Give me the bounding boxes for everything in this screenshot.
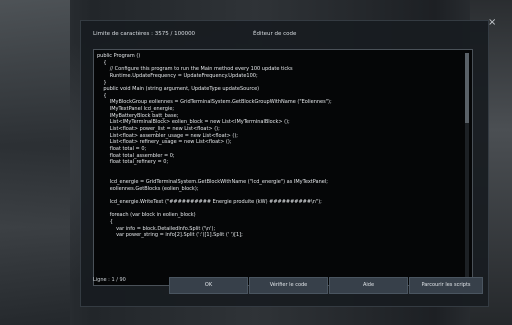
code-line[interactable]: List<float> assembler_usage = new List<f… (97, 133, 472, 140)
code-line[interactable]: } (97, 80, 472, 87)
code-text-area[interactable]: public Program () { // Configure this pr… (93, 49, 473, 286)
code-line[interactable]: public void Main (string argument, Updat… (97, 86, 472, 93)
code-line[interactable]: lcd_energie.WriteText ("########## Energ… (97, 199, 472, 206)
dialog-title: Éditeur de code (253, 31, 297, 37)
code-line[interactable]: public Program () (97, 53, 472, 60)
code-line[interactable]: lcd_energie = GridTerminalSystem.GetBloc… (97, 179, 472, 186)
close-icon[interactable]: × (488, 18, 496, 28)
code-line[interactable]: IMyBatteryBlock batt_base; (97, 113, 472, 120)
code-line[interactable]: List<float> refinery_usage = new List<fl… (97, 139, 472, 146)
code-line[interactable]: var info = block.DetailedInfo.Split ('\n… (97, 226, 472, 233)
code-line[interactable] (97, 246, 472, 253)
code-line[interactable] (97, 239, 472, 246)
check-code-button[interactable]: Vérifier le code (249, 277, 328, 294)
code-line[interactable]: List<IMyTerminalBlock> eolien_block = ne… (97, 119, 472, 126)
line-counter: Ligne : 1 / 90 (93, 277, 126, 283)
code-line[interactable] (97, 166, 472, 173)
code-line[interactable] (97, 206, 472, 213)
code-line[interactable]: foreach (var block in eolien_block) (97, 212, 472, 219)
help-button[interactable]: Aide (329, 277, 408, 294)
code-line[interactable]: { (97, 60, 472, 67)
code-editor-dialog: Limite de caractères : 3575 / 100000 Édi… (80, 20, 489, 307)
code-line[interactable] (97, 252, 472, 259)
ok-button[interactable]: OK (169, 277, 248, 294)
code-line[interactable]: float total = 0; (97, 146, 472, 153)
code-line[interactable]: var power_string = info[2].Split (':')[1… (97, 232, 472, 239)
editor-scrollbar[interactable] (465, 53, 469, 280)
scrollbar-thumb[interactable] (465, 53, 469, 123)
code-line[interactable]: float total_assembler = 0; (97, 153, 472, 160)
code-line[interactable]: // Configure this program to run the Mai… (97, 66, 472, 73)
code-line[interactable]: { (97, 219, 472, 226)
code-line[interactable]: List<float> power_list = new List<float>… (97, 126, 472, 133)
character-limit: Limite de caractères : 3575 / 100000 (93, 31, 196, 37)
code-line[interactable]: float total_refinery = 0; (97, 159, 472, 166)
code-line[interactable]: eoliennes.GetBlocks (eolien_block); (97, 186, 472, 193)
browse-scripts-button[interactable]: Parcourir les scripts (409, 277, 483, 294)
code-line[interactable]: IMyTextPanel lcd_energie; (97, 106, 472, 113)
code-line[interactable] (97, 173, 472, 180)
background-wall-left (0, 0, 70, 325)
code-line[interactable]: Runtime.UpdateFrequency = UpdateFrequenc… (97, 73, 472, 80)
code-line[interactable]: { (97, 93, 472, 100)
code-line[interactable] (97, 192, 472, 199)
code-content[interactable]: public Program () { // Configure this pr… (94, 50, 472, 259)
code-line[interactable]: IMyBlockGroup eoliennes = GridTerminalSy… (97, 99, 472, 106)
